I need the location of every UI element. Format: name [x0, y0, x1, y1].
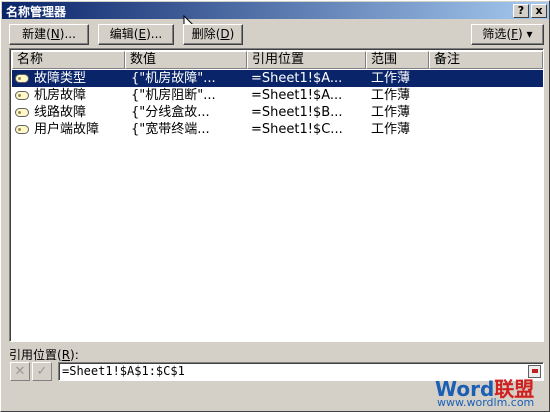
refers-to-label-text: 引用位置 — [9, 348, 58, 362]
row-value: {"机房故障"... — [131, 71, 216, 86]
list-header: 名称 数值 引用位置 范围 备注 — [12, 51, 543, 69]
delete-button[interactable]: 删除(D) — [183, 24, 243, 45]
new-button-key: N — [50, 27, 60, 41]
row-name: 机房故障 — [34, 88, 87, 103]
filter-button[interactable]: 筛选(F) ▾ — [471, 24, 544, 45]
filter-button-label: 筛选 — [482, 27, 507, 41]
new-button-suffix: ... — [64, 27, 76, 41]
close-button[interactable]: x — [531, 4, 547, 18]
column-header-name[interactable]: 名称 — [12, 51, 125, 69]
delete-button-label: 删除 — [191, 27, 216, 41]
name-manager-dialog: 名称管理器 ? x 新建(N)... 编辑(E)... 删除(D) 筛选(F) … — [0, 0, 550, 412]
watermark-site: www.wordlm.com — [437, 396, 535, 409]
refers-to-label: 引用位置(R): — [9, 348, 79, 362]
table-row[interactable]: 机房故障 {"机房阻断"... =Sheet1!$A... 工作薄 — [12, 87, 543, 104]
row-scope: 工作薄 — [371, 122, 411, 137]
refers-to-value: =Sheet1!$A$1:$C$1 — [62, 364, 185, 378]
table-row[interactable]: 用户端故障 {"宽带终端... =Sheet1!$C... 工作薄 — [12, 121, 543, 138]
row-scope: 工作薄 — [371, 88, 411, 103]
row-value: {"机房阻断"... — [131, 88, 216, 103]
edit-button-key: E — [138, 27, 147, 41]
row-refers-to: =Sheet1!$A... — [251, 88, 343, 103]
edit-button-label: 编辑 — [109, 27, 134, 41]
row-name: 故障类型 — [34, 71, 87, 86]
names-list[interactable]: 名称 数值 引用位置 范围 备注 故障类型 {"机房故障"... =Sheet1… — [9, 48, 544, 342]
range-name-icon — [15, 91, 29, 100]
chevron-down-icon: ▾ — [526, 27, 533, 41]
window-title: 名称管理器 — [6, 5, 67, 19]
row-name: 用户端故障 — [34, 122, 100, 137]
confirm-edit-button[interactable]: ✓ — [32, 362, 52, 381]
new-button[interactable]: 新建(N)... — [9, 24, 89, 45]
range-name-icon — [15, 108, 29, 117]
cancel-icon: ✕ — [14, 364, 26, 379]
row-scope: 工作薄 — [371, 71, 411, 86]
row-value: {"分线盒故... — [131, 105, 210, 120]
edit-button[interactable]: 编辑(E)... — [98, 24, 174, 45]
row-scope: 工作薄 — [371, 105, 411, 120]
delete-button-key: D — [220, 27, 230, 41]
row-refers-to: =Sheet1!$C... — [251, 122, 343, 137]
new-button-label: 新建 — [22, 27, 47, 41]
range-name-icon — [15, 125, 29, 134]
row-refers-to: =Sheet1!$B... — [251, 105, 343, 120]
table-row[interactable]: 线路故障 {"分线盒故... =Sheet1!$B... 工作薄 — [12, 104, 543, 121]
column-header-value[interactable]: 数值 — [125, 51, 247, 69]
table-row[interactable]: 故障类型 {"机房故障"... =Sheet1!$A... 工作薄 — [12, 70, 543, 87]
range-name-icon — [15, 74, 29, 83]
column-header-comment[interactable]: 备注 — [429, 51, 543, 69]
row-refers-to: =Sheet1!$A... — [251, 71, 343, 86]
cancel-edit-button[interactable]: ✕ — [10, 362, 30, 381]
edit-button-suffix: ... — [150, 27, 163, 41]
help-button[interactable]: ? — [513, 4, 529, 18]
column-header-scope[interactable]: 范围 — [366, 51, 429, 69]
refers-to-label-key: R — [61, 348, 71, 362]
check-icon: ✓ — [36, 364, 48, 379]
row-value: {"宽带终端... — [131, 122, 210, 137]
row-name: 线路故障 — [34, 105, 87, 120]
column-header-refers-to[interactable]: 引用位置 — [247, 51, 366, 69]
title-bar: 名称管理器 ? x — [2, 2, 549, 19]
filter-button-key: F — [511, 27, 519, 41]
